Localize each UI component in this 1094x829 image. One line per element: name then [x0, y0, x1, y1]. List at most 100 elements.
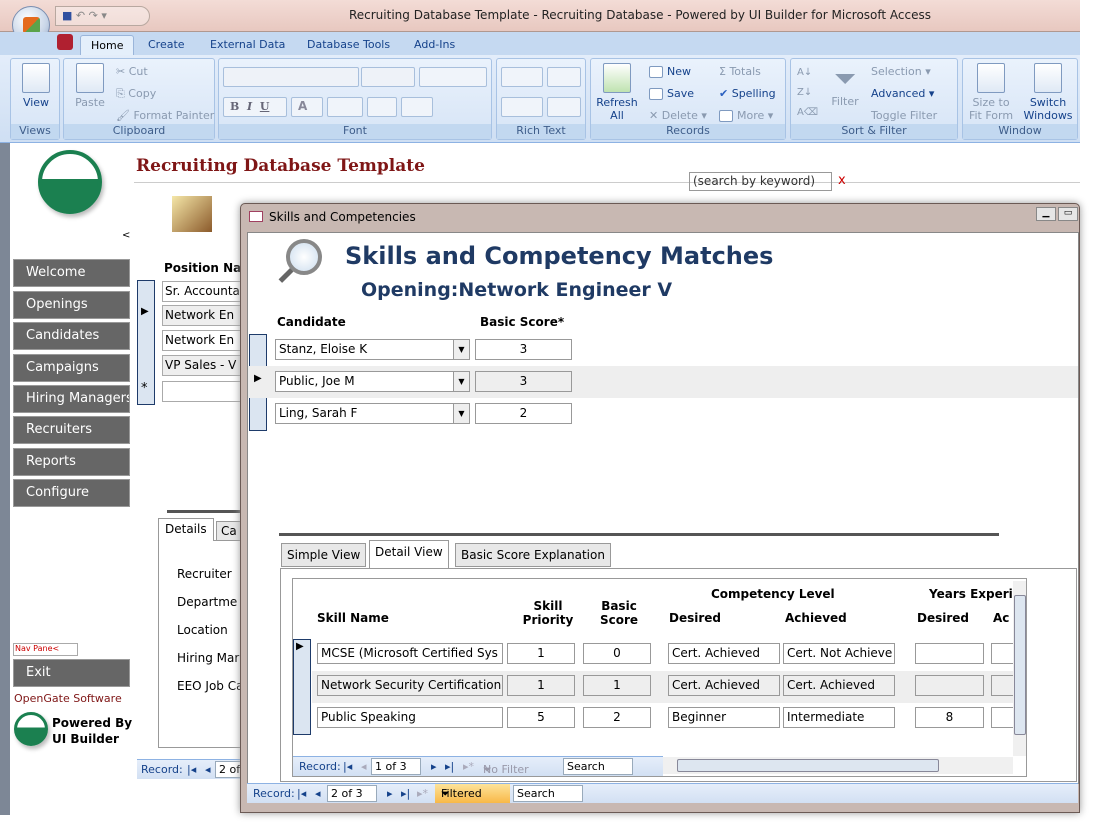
nav-reports[interactable]: Reports	[13, 448, 130, 476]
horizontal-scrollbar[interactable]	[663, 757, 1013, 774]
scroll-thumb[interactable]	[677, 759, 939, 772]
skill-cell-score[interactable]: 1	[583, 675, 651, 696]
toggle-filter-button[interactable]: Toggle Filter	[871, 109, 937, 122]
filter-button[interactable]: ⏷ Filter	[825, 63, 865, 109]
candidate-combo[interactable]: Stanz, Eloise K ▼	[275, 339, 470, 360]
bold-italic-underline[interactable]: B I U	[223, 97, 287, 117]
position-field[interactable]: VP Sales - V	[162, 355, 242, 376]
clear-sort-icon[interactable]: A⌫	[797, 107, 818, 118]
first-record-button[interactable]: |◂	[343, 760, 352, 773]
nav-hiring-managers[interactable]: Hiring Managers	[13, 385, 130, 413]
sort-ascending-icon[interactable]: A↓	[797, 67, 812, 78]
record-search-input[interactable]: Search	[513, 785, 583, 802]
font-size-select[interactable]	[361, 67, 415, 87]
skill-cell-skill[interactable]: Network Security Certification	[317, 675, 503, 696]
tab-add-ins[interactable]: Add-Ins	[404, 35, 465, 54]
underline-button[interactable]: U	[260, 100, 270, 113]
first-record-button[interactable]: |◂	[187, 763, 196, 776]
position-field-new[interactable]	[162, 381, 242, 402]
copy-button[interactable]: ⎘ Copy	[116, 87, 156, 101]
skill-cell-desired[interactable]: Cert. Achieved	[668, 675, 780, 696]
size-to-fit-button[interactable]: Size to Fit Form	[965, 63, 1017, 122]
font-name-select[interactable]	[223, 67, 359, 87]
skill-cell-years-desired[interactable]	[915, 675, 984, 696]
skill-cell-score[interactable]: 0	[583, 643, 651, 664]
nav-candidates[interactable]: Candidates	[13, 322, 130, 350]
sort-descending-icon[interactable]: Z↓	[797, 87, 812, 98]
collapse-nav-button[interactable]: <	[122, 230, 130, 241]
chevron-down-icon[interactable]: ▼	[453, 404, 469, 423]
skill-cell-score[interactable]: 2	[583, 707, 651, 728]
quick-access-toolbar[interactable]: ■ ↶ ↷ ▾	[55, 6, 150, 26]
save-record-button[interactable]: Save	[649, 87, 694, 100]
maximize-button[interactable]: ▭	[1058, 207, 1078, 221]
vertical-scrollbar[interactable]	[1013, 581, 1026, 756]
font-color-button[interactable]: A	[291, 97, 323, 117]
skill-cell-years-desired[interactable]	[915, 643, 984, 664]
nav-recruiters[interactable]: Recruiters	[13, 416, 130, 444]
position-field[interactable]: Sr. Accounta	[162, 281, 242, 302]
list-buttons[interactable]	[501, 97, 543, 117]
skill-cell-achieved[interactable]: Cert. Achieved	[783, 675, 895, 696]
sort-buttons[interactable]: A↓ Z↓ A⌫	[797, 63, 818, 123]
keyword-search-input[interactable]: (search by keyword)	[689, 172, 832, 191]
candidate-score[interactable]: 3	[475, 371, 572, 392]
prev-record-button[interactable]: ◂	[361, 760, 367, 773]
view-button[interactable]: View	[16, 63, 56, 109]
skill-cell-skill[interactable]: Public Speaking	[317, 707, 503, 728]
selection-button[interactable]: Selection ▾	[871, 65, 931, 78]
position-field[interactable]: Network En	[162, 330, 242, 351]
new-record-button[interactable]: ▸*	[417, 787, 428, 800]
minimize-button[interactable]: ▁	[1036, 207, 1056, 221]
candidate-combo[interactable]: Public, Joe M ▼	[275, 371, 470, 392]
skill-cell-years-desired[interactable]: 8	[915, 707, 984, 728]
spelling-button[interactable]: ✔ Spelling	[719, 87, 776, 100]
next-record-button[interactable]: ▸	[431, 760, 437, 773]
chevron-down-icon[interactable]: ▼	[453, 340, 469, 359]
record-search-input[interactable]: Search	[563, 758, 633, 775]
candidate-score[interactable]: 2	[475, 403, 572, 424]
indent-buttons[interactable]	[501, 67, 543, 87]
prev-record-button[interactable]: ◂	[315, 787, 321, 800]
company-link[interactable]: OpenGate Software	[14, 692, 122, 705]
alternate-fill-button[interactable]	[401, 97, 433, 117]
record-position[interactable]: 1 of 3	[371, 758, 421, 775]
fill-color-button[interactable]	[327, 97, 363, 117]
bold-button[interactable]: B	[230, 100, 239, 113]
more-button[interactable]: More ▾	[719, 109, 773, 122]
tab-details[interactable]: Details	[158, 518, 214, 541]
delete-button[interactable]: ✕ Delete ▾	[649, 109, 707, 122]
tab-simple-view[interactable]: Simple View	[281, 543, 367, 567]
nav-openings[interactable]: Openings	[13, 291, 130, 319]
tab-detail-view[interactable]: Detail View	[369, 540, 449, 568]
nav-welcome[interactable]: Welcome	[13, 259, 130, 287]
skill-cell-priority[interactable]: 1	[507, 643, 575, 664]
scroll-thumb[interactable]	[1014, 595, 1026, 735]
chevron-down-icon[interactable]: ▼	[453, 372, 469, 391]
skill-cell-desired[interactable]: Beginner	[668, 707, 780, 728]
refresh-all-button[interactable]: Refresh All	[595, 63, 639, 122]
last-record-button[interactable]: ▸|	[401, 787, 410, 800]
skill-cell-priority[interactable]: 1	[507, 675, 575, 696]
prev-record-button[interactable]: ◂	[205, 763, 211, 776]
candidate-combo[interactable]: Ling, Sarah F ▼	[275, 403, 470, 424]
clear-search-button[interactable]: x	[838, 173, 846, 188]
gridlines-button[interactable]	[367, 97, 397, 117]
tab-external-data[interactable]: External Data	[200, 35, 295, 54]
align-buttons[interactable]	[419, 67, 487, 87]
nav-pane-toggle[interactable]: Nav Pane<	[13, 643, 78, 656]
tab-create[interactable]: Create	[138, 35, 195, 54]
highlight-button[interactable]	[547, 97, 581, 117]
format-painter-button[interactable]: 🖌 Format Painter	[116, 109, 214, 122]
totals-button[interactable]: Σ Totals	[719, 65, 761, 78]
filtered-toggle[interactable]: ⏷ Filtered	[435, 784, 510, 803]
skill-cell-skill[interactable]: MCSE (Microsoft Certified Sys	[317, 643, 503, 664]
cut-button[interactable]: ✂ Cut	[116, 65, 148, 78]
record-position[interactable]: 2 of 3	[327, 785, 377, 802]
last-record-button[interactable]: ▸|	[445, 760, 454, 773]
paste-button[interactable]: Paste	[68, 63, 112, 109]
save-icon[interactable]: ■	[62, 9, 72, 22]
exit-button[interactable]: Exit	[13, 659, 130, 687]
tab-basic-score-explanation[interactable]: Basic Score Explanation	[455, 543, 611, 567]
tab-database-tools[interactable]: Database Tools	[297, 35, 400, 54]
